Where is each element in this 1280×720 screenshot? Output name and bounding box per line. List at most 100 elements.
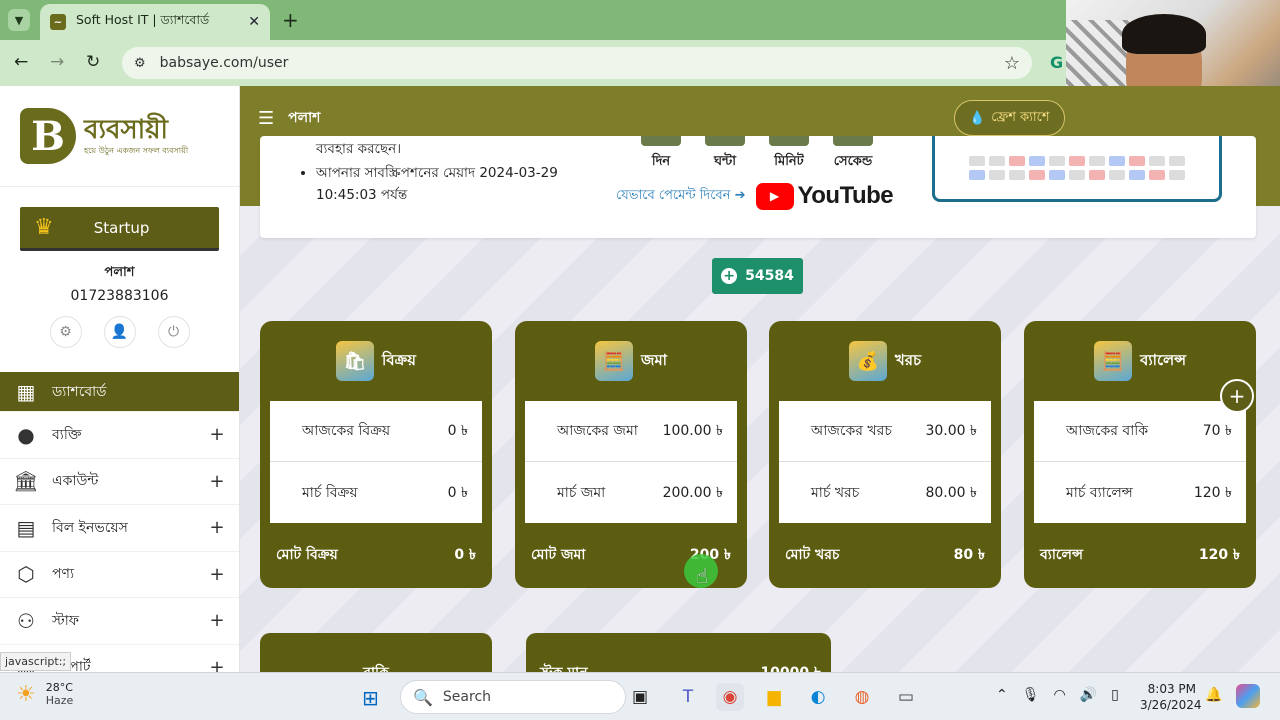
expand-plus-icon[interactable]: + xyxy=(207,610,227,631)
screen-recorder-icon[interactable]: ▭ xyxy=(892,683,920,711)
stat-card[interactable]: 🧮 জমা আজকের জমা 100.00 ৳ মার্চ জমা 200.00 ৳ মো… xyxy=(515,321,747,588)
payment-method-logo xyxy=(1089,155,1105,166)
task-view-icon[interactable]: ▣ xyxy=(626,683,654,711)
edge-icon[interactable]: ◐ xyxy=(804,683,832,711)
status-bar-url: javascript:; xyxy=(0,652,72,671)
battery-icon[interactable]: ▯ xyxy=(1111,687,1119,703)
brand-logo[interactable]: B ব্যবসায়ী হয়ে উঠুন একজন সফল ব্যবসায়ী xyxy=(0,86,239,187)
expand-plus-icon[interactable]: + xyxy=(207,657,227,672)
taskbar-search[interactable]: 🔍 Search xyxy=(400,680,626,714)
countdown-label: সেকেন্ড xyxy=(833,154,873,169)
clock-date: 3/26/2024 xyxy=(1140,698,1202,712)
plan-badge[interactable]: ♛ Startup xyxy=(20,207,219,251)
taskbar-clock[interactable]: 8:03 PM 3/26/2024 xyxy=(1140,681,1202,713)
expand-plus-icon[interactable]: + xyxy=(207,471,227,492)
site-favicon-icon: ~ xyxy=(50,14,66,30)
stat-row: আজকের বিক্রয় 0 ৳ xyxy=(270,401,482,462)
top-header: ☰ পলাশ 💧 ফ্রেশ ক্যাশে xyxy=(240,86,1280,150)
calculator-icon: 🧮 xyxy=(594,341,633,381)
payment-method-logo xyxy=(1149,169,1165,180)
sidebar-item-invoice[interactable]: ▤ বিল ইনভয়েস + xyxy=(0,505,239,552)
teams-icon[interactable]: T xyxy=(674,683,702,711)
hamburger-menu-icon[interactable]: ☰ xyxy=(258,108,274,129)
countdown-label: ঘন্টা xyxy=(713,154,737,169)
money-bag-icon: 💰 xyxy=(848,341,887,381)
payment-method-logo xyxy=(1069,155,1085,166)
system-tray: ⌃ 🎙 ◠ 🔊 ▯ xyxy=(996,687,1119,703)
wifi-icon[interactable]: ◠ xyxy=(1054,687,1066,703)
staff-icon: ⚇ xyxy=(17,608,35,633)
firefox-icon[interactable]: ◍ xyxy=(848,683,876,711)
volume-icon[interactable]: 🔊 xyxy=(1080,687,1097,703)
sidebar-item-box[interactable]: ⬡ পণ্য + xyxy=(0,552,239,598)
floating-add-button[interactable]: + xyxy=(1220,379,1254,413)
stat-card-title: বিক্রয় xyxy=(381,350,417,369)
payment-method-logo xyxy=(1069,169,1085,180)
stat-card-body: আজকের বাকি 70 ৳ মার্চ ব্যালেন্স 120 ৳ xyxy=(1034,401,1246,523)
payment-method-logo xyxy=(1149,155,1165,166)
sidebar-item-person[interactable]: ● ব্যক্তি + xyxy=(0,412,239,459)
payment-method-logo xyxy=(1169,155,1185,166)
stat-row: আজকের জমা 100.00 ৳ xyxy=(525,401,737,462)
stat-total-label: মোট বিক্রয় xyxy=(276,547,338,563)
logout-button[interactable]: ⏻ xyxy=(157,316,190,348)
address-bar[interactable]: ⚙ babsaye.com/user ☆ xyxy=(122,47,1032,79)
url-text[interactable]: babsaye.com/user xyxy=(160,55,1004,71)
notification-bell-icon[interactable]: 🔔 xyxy=(1205,687,1222,703)
calculator-icon: 🧮 xyxy=(1093,341,1132,381)
stat-row: আজকের খরচ 30.00 ৳ xyxy=(779,401,991,462)
stat-card-body: আজকের জমা 100.00 ৳ মার্চ জমা 200.00 ৳ xyxy=(525,401,737,523)
stat-card[interactable]: 💰 খরচ আজকের খরচ 30.00 ৳ মার্চ খরচ 80.00 ৳ মোট … xyxy=(769,321,1001,588)
expand-plus-icon[interactable]: + xyxy=(207,517,227,538)
extension-g-icon[interactable]: G xyxy=(1050,53,1063,72)
close-icon[interactable]: ✕ xyxy=(248,14,260,30)
expand-plus-icon[interactable]: + xyxy=(207,564,227,585)
plus-icon: + xyxy=(1228,384,1246,408)
file-explorer-icon[interactable]: ▆ xyxy=(760,683,788,711)
sidebar-item-bank[interactable]: 🏛 একাউন্ট + xyxy=(0,459,239,505)
back-arrow-icon[interactable]: ← xyxy=(14,52,28,72)
bookmark-star-icon[interactable]: ☆ xyxy=(1004,53,1020,74)
profile-button[interactable]: 👤 xyxy=(103,316,136,348)
weather-widget[interactable]: ☀ 28°C Haze xyxy=(16,681,73,707)
forward-arrow-icon[interactable]: → xyxy=(50,52,64,72)
stat-card[interactable]: 🧮 ব্যালেন্স আজকের বাকি 70 ৳ মার্চ ব্যালেন্স 1… xyxy=(1024,321,1256,588)
stock-value-amount: 10000 ৳ xyxy=(760,661,821,672)
youtube-logo[interactable]: ▶ YouTube xyxy=(755,182,894,210)
stat-card-title: খরচ xyxy=(894,350,922,369)
countdown-label: মিনিট xyxy=(774,154,804,169)
fresh-cash-label: ফ্রেশ ক্যাশে xyxy=(991,109,1050,125)
stat-row: মার্চ ব্যালেন্স 120 ৳ xyxy=(1034,462,1246,523)
browser-tab[interactable]: ~ Soft Host IT | ড্যাশবোর্ড ✕ xyxy=(40,4,270,40)
webcam-person-hair xyxy=(1122,14,1206,54)
fresh-cash-button[interactable]: 💧 ফ্রেশ ক্যাশে xyxy=(954,100,1065,136)
new-tab-button[interactable]: + xyxy=(282,8,299,32)
sidebar-item-label: রিপোর্ট xyxy=(52,659,91,672)
site-info-icon[interactable]: ⚙ xyxy=(134,56,146,71)
due-card[interactable]: বাকি xyxy=(260,633,492,672)
expand-plus-icon[interactable]: + xyxy=(207,424,227,445)
microphone-icon[interactable]: 🎙 xyxy=(1022,687,1040,703)
payment-method-logo xyxy=(1029,155,1045,166)
tab-search-button[interactable]: ▼ xyxy=(8,9,30,31)
weather-temp: 28°C xyxy=(45,681,73,694)
payment-guide-link[interactable]: যেভাবে পেমেন্ট দিবেন ➔ ▶ YouTube xyxy=(616,182,894,210)
copilot-icon[interactable] xyxy=(1236,684,1260,708)
sidebar-item-dashboard[interactable]: ▦ ড্যাশবোর্ড xyxy=(0,372,239,412)
stat-row-value: 120 ৳ xyxy=(1193,484,1232,501)
balance-add-button[interactable]: + 54584 xyxy=(712,258,803,294)
settings-button[interactable]: ⚙ xyxy=(49,316,82,348)
sidebar-item-label: ড্যাশবোর্ড xyxy=(52,383,107,400)
chrome-icon[interactable]: ◉ xyxy=(716,683,744,711)
payment-guide-text[interactable]: যেভাবে পেমেন্ট দিবেন ➔ xyxy=(616,186,746,207)
logo-b-icon: B xyxy=(20,108,76,164)
payment-method-logo xyxy=(1089,169,1105,180)
stat-row-label: আজকের বাকি xyxy=(1066,423,1149,439)
windows-start-icon[interactable]: ⊞ xyxy=(362,686,379,710)
chevron-up-icon[interactable]: ⌃ xyxy=(996,687,1008,703)
sidebar-item-staff[interactable]: ⚇ স্টাফ + xyxy=(0,598,239,645)
stat-card[interactable]: 🛍 বিক্রয় আজকের বিক্রয় 0 ৳ মার্চ বিক্রয় 0 ৳… xyxy=(260,321,492,588)
stock-value-card[interactable]: স্টক মান 10000 ৳ xyxy=(526,633,831,672)
reload-icon[interactable]: ↻ xyxy=(86,52,100,72)
brand-tagline: হয়ে উঠুন একজন সফল ব্যবসায়ী xyxy=(84,145,189,155)
